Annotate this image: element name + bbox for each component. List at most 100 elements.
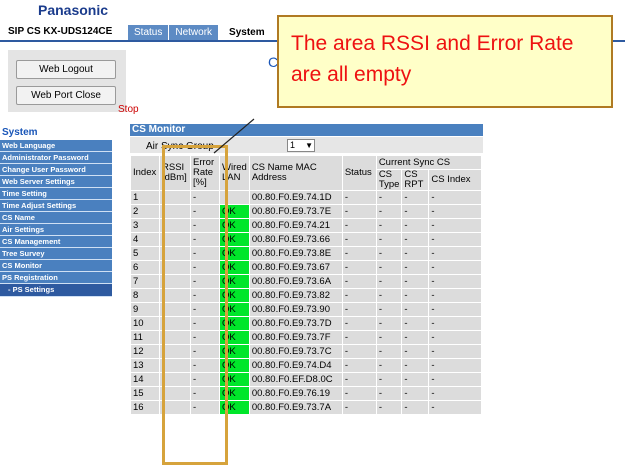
sidebar-item-time-adjust-settings[interactable]: Time Adjust Settings: [0, 200, 112, 212]
cell-wired-lan: OK: [220, 247, 249, 260]
air-sync-group-row: Air Sync Group 1 ▼: [130, 137, 483, 153]
cell-cs-type: -: [376, 219, 402, 232]
air-sync-group-value: 1: [290, 140, 296, 150]
panasonic-logo: Panasonic: [38, 2, 109, 18]
cell-cs-index: -: [429, 331, 482, 344]
tab-status[interactable]: Status: [128, 25, 170, 40]
cell-index: 10: [131, 317, 159, 330]
cell-cs-rpt: -: [402, 233, 429, 246]
cell-rssi: -: [160, 261, 190, 274]
cs-monitor-table: Index RSSI [dBm] Error Rate [%] Wired LA…: [130, 155, 483, 415]
cell-error-rate: -: [191, 401, 219, 414]
cell-error-rate: -: [191, 247, 219, 260]
sidebar-item-tree-survey[interactable]: Tree Survey: [0, 248, 112, 260]
cell-wired-lan: OK: [220, 387, 249, 400]
cell-rssi: -: [160, 345, 190, 358]
cell-wired-lan: OK: [220, 331, 249, 344]
sidebar-item-cs-management[interactable]: CS Management: [0, 236, 112, 248]
cell-index: 1: [131, 191, 159, 204]
table-row: 5- - OK 00.80.F0.E9.73.8E - - - -: [131, 247, 482, 260]
sidebar-item-time-setting[interactable]: Time Setting: [0, 188, 112, 200]
cell-mac-address: 00.80.F0.EF.D8.0C: [249, 373, 342, 386]
cell-wired-lan: OK: [220, 261, 249, 274]
cell-error-rate: -: [191, 191, 219, 204]
cell-mac-address: 00.80.F0.E9.73.7F: [249, 331, 342, 344]
cell-cs-type: -: [376, 247, 402, 260]
cell-cs-rpt: -: [402, 219, 429, 232]
cell-status: -: [342, 289, 376, 302]
cell-cs-index: -: [429, 345, 482, 358]
cell-cs-rpt: -: [402, 261, 429, 274]
cell-wired-lan: OK: [220, 219, 249, 232]
sidebar-item-web-language[interactable]: Web Language: [0, 140, 112, 152]
table-row: 15- - OK 00.80.F0.E9.76.19- - - -: [131, 387, 482, 400]
sidebar-item-cs-monitor[interactable]: CS Monitor: [0, 260, 112, 272]
cell-index: 6: [131, 261, 159, 274]
sidebar-item-ps-settings[interactable]: - PS Settings: [0, 284, 112, 297]
sidebar-title: System: [2, 127, 38, 138]
column-header-cs-rpt: CS RPT: [402, 170, 429, 190]
table-row: 16- - OK 00.80.F0.E9.73.7A - - - -: [131, 401, 482, 414]
cell-cs-type: -: [376, 303, 402, 316]
sidebar-item-ps-registration[interactable]: PS Registration: [0, 272, 112, 284]
sidebar-item-cs-name[interactable]: CS Name: [0, 212, 112, 224]
cell-mac-address: 00.80.F0.E9.76.19: [249, 387, 342, 400]
cell-cs-rpt: -: [402, 359, 429, 372]
stop-link[interactable]: Stop: [118, 104, 139, 115]
cell-mac-address: 00.80.F0.E9.73.90: [249, 303, 342, 316]
top-nav-tabs: Status Network System: [128, 25, 276, 40]
cell-status: -: [342, 205, 376, 218]
cell-mac-address: 00.80.F0.E9.73.6A: [249, 275, 342, 288]
cell-wired-lan: OK: [220, 289, 249, 302]
tab-network[interactable]: Network: [169, 25, 220, 40]
cell-cs-index: -: [429, 261, 482, 274]
sidebar-item-administrator-password[interactable]: Administrator Password: [0, 152, 112, 164]
cell-status: -: [342, 247, 376, 260]
web-logout-button[interactable]: Web Logout: [16, 60, 116, 79]
cell-mac-address: 00.80.F0.E9.73.7A: [249, 401, 342, 414]
cell-rssi: -: [160, 331, 190, 344]
cell-index: 7: [131, 275, 159, 288]
air-sync-group-select[interactable]: 1 ▼: [287, 139, 315, 152]
cell-status: -: [342, 373, 376, 386]
cell-status: -: [342, 387, 376, 400]
cell-cs-rpt: -: [402, 401, 429, 414]
table-row: 11- - OK 00.80.F0.E9.73.7F - - - -: [131, 331, 482, 344]
column-header-error-rate: Error Rate [%]: [191, 156, 219, 190]
cell-error-rate: -: [191, 275, 219, 288]
cell-cs-index: -: [429, 219, 482, 232]
cell-rssi: -: [160, 191, 190, 204]
cell-index: 12: [131, 345, 159, 358]
sidebar-item-change-user-password[interactable]: Change User Password: [0, 164, 112, 176]
cell-error-rate: -: [191, 289, 219, 302]
cell-rssi: -: [160, 233, 190, 246]
tab-system[interactable]: System: [219, 25, 276, 40]
sidebar-item-web-server-settings[interactable]: Web Server Settings: [0, 176, 112, 188]
cell-wired-lan: OK: [220, 233, 249, 246]
cell-status: -: [342, 359, 376, 372]
cell-cs-index: -: [429, 289, 482, 302]
cell-mac-address: 00.80.F0.E9.73.7E: [249, 205, 342, 218]
cs-monitor-title: CS Monitor: [130, 124, 483, 136]
cell-cs-type: -: [376, 191, 402, 204]
web-port-close-button[interactable]: Web Port Close: [16, 86, 116, 105]
cell-index: 9: [131, 303, 159, 316]
device-model: SIP CS KX-UDS124CE: [8, 26, 113, 37]
column-header-cs-name-mac: CS Name MAC Address: [249, 156, 342, 190]
cell-error-rate: -: [191, 359, 219, 372]
cell-cs-rpt: -: [402, 191, 429, 204]
cell-index: 5: [131, 247, 159, 260]
cell-wired-lan: OK: [220, 401, 249, 414]
cell-status: -: [342, 401, 376, 414]
sidebar-item-air-settings[interactable]: Air Settings: [0, 224, 112, 236]
cell-rssi: -: [160, 219, 190, 232]
cell-wired-lan: OK: [220, 373, 249, 386]
cell-cs-type: -: [376, 317, 402, 330]
cell-rssi: -: [160, 275, 190, 288]
cell-cs-index: -: [429, 387, 482, 400]
table-row: 13- - OK 00.80.F0.E9.74.D4- - - -: [131, 359, 482, 372]
cell-cs-type: -: [376, 331, 402, 344]
cell-index: 2: [131, 205, 159, 218]
cell-wired-lan: OK: [220, 317, 249, 330]
cell-cs-type: -: [376, 261, 402, 274]
